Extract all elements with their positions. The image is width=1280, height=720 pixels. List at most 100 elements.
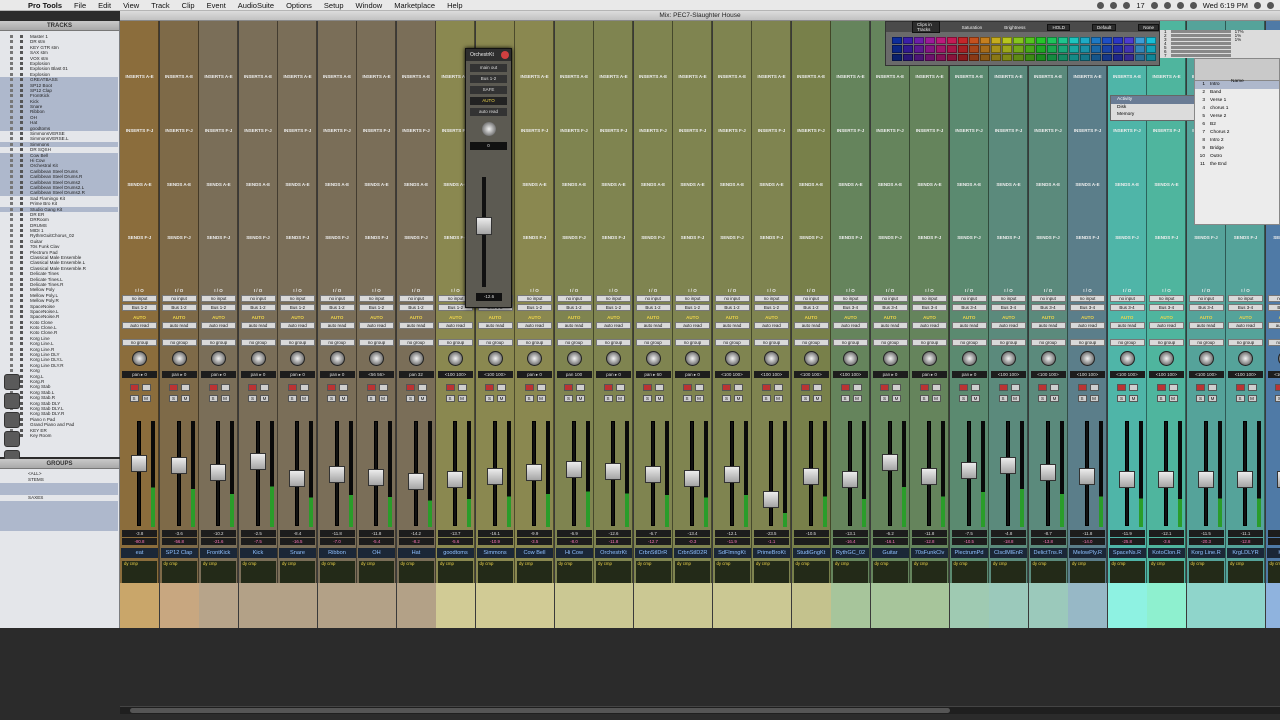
solo-button[interactable]: S [998, 395, 1008, 402]
color-swatch[interactable] [1013, 45, 1024, 53]
auto-mode-selector[interactable]: auto read [1267, 322, 1280, 329]
auto-mode-selector[interactable]: auto read [1030, 322, 1066, 329]
pan-knob[interactable] [1159, 351, 1174, 366]
group-selector[interactable]: no group [1109, 339, 1145, 346]
color-swatch[interactable] [903, 45, 914, 53]
input-selector[interactable]: no input [1228, 295, 1263, 302]
track-name[interactable]: ClsclMlEnR [990, 548, 1027, 558]
input-selector[interactable]: no input [398, 295, 434, 302]
color-swatch[interactable] [1013, 37, 1024, 45]
auto-mode-selector[interactable]: auto read [201, 322, 236, 329]
group-selector[interactable]: no group [319, 339, 355, 346]
mute-button[interactable]: M [1089, 395, 1099, 402]
group-selector[interactable]: no group [596, 339, 631, 346]
color-swatch[interactable] [1024, 53, 1035, 61]
record-button[interactable] [682, 384, 692, 391]
output-selector[interactable]: Bus 3-4 [1070, 304, 1105, 311]
color-swatch[interactable] [1101, 37, 1112, 45]
volume-fader[interactable] [881, 454, 898, 472]
group-selector[interactable]: no group [833, 339, 868, 346]
pan-knob[interactable] [329, 351, 345, 366]
mute-button[interactable]: M [260, 395, 269, 402]
track-name[interactable]: SpaceNs.R [1108, 548, 1146, 558]
color-swatch[interactable] [1035, 37, 1046, 45]
record-button[interactable] [801, 384, 810, 391]
solo-button[interactable]: S [643, 395, 652, 402]
input-monitor-button[interactable] [655, 384, 664, 391]
track-name[interactable]: SdFlmngKt [713, 548, 751, 558]
input-monitor-button[interactable] [615, 384, 625, 391]
solo-button[interactable]: S [1156, 395, 1166, 402]
color-swatch[interactable] [1112, 53, 1123, 61]
mute-button[interactable]: M [299, 395, 309, 402]
group-selector[interactable]: no group [1267, 339, 1280, 346]
marker-row[interactable]: 7 Chorus 2 [1195, 129, 1279, 137]
group-selector[interactable]: no group [1228, 339, 1263, 346]
pan-knob[interactable] [1080, 351, 1095, 366]
color-swatch[interactable] [1035, 45, 1046, 53]
color-swatch[interactable] [1046, 45, 1057, 53]
track-name[interactable]: PrimeBroKt [753, 548, 790, 558]
color-swatch[interactable] [969, 53, 980, 61]
input-selector[interactable]: no input [596, 295, 631, 302]
auto-mode-selector[interactable]: auto read [872, 322, 908, 329]
volume-fader[interactable] [328, 466, 345, 483]
track-name[interactable]: StudiGngKt [792, 548, 830, 558]
record-button[interactable] [959, 384, 968, 391]
track-name[interactable]: Hat [397, 548, 435, 558]
input-selector[interactable]: no input [635, 295, 671, 302]
record-button[interactable] [169, 384, 178, 391]
marker-row[interactable]: 6 B2 [1195, 121, 1279, 129]
search-icon[interactable] [1254, 1, 1261, 9]
auto-mode[interactable]: auto read [470, 108, 507, 116]
volume-fader[interactable] [447, 471, 463, 489]
color-swatch[interactable] [925, 37, 936, 45]
group-selector[interactable]: no group [912, 339, 947, 346]
groups-header[interactable]: GROUPS [0, 459, 119, 469]
horizontal-scrollbar[interactable] [120, 706, 1280, 714]
sync-icon[interactable] [1123, 1, 1131, 9]
group-selector[interactable]: no group [754, 339, 789, 346]
record-button[interactable] [406, 384, 415, 391]
input-monitor-button[interactable] [339, 384, 348, 391]
color-swatch[interactable] [1057, 45, 1068, 53]
solo-button[interactable]: S [919, 395, 929, 402]
color-swatch[interactable] [958, 37, 969, 45]
input-selector[interactable]: no input [517, 295, 552, 302]
input-selector[interactable]: no input [556, 295, 592, 302]
auto-mode-selector[interactable]: auto read [912, 322, 947, 329]
color-swatch[interactable] [903, 53, 914, 61]
output-path[interactable]: main out [470, 64, 507, 72]
volume-fader[interactable] [368, 468, 384, 486]
color-swatch[interactable] [936, 45, 947, 53]
record-button[interactable] [248, 384, 257, 391]
pan-knob[interactable] [481, 122, 496, 136]
group-list-item[interactable] [0, 525, 118, 531]
mute-button[interactable]: M [694, 395, 704, 402]
pan-knob[interactable] [961, 351, 977, 366]
record-button[interactable] [366, 384, 376, 391]
group-selector[interactable]: no group [793, 339, 829, 346]
clock[interactable]: Wed 6:19 PM [1203, 1, 1248, 10]
marker-row[interactable]: 10 Outro [1195, 153, 1279, 161]
output-selector[interactable]: Bus 1-2 [201, 304, 236, 311]
input-monitor-button[interactable] [1010, 384, 1020, 391]
pan-knob[interactable] [566, 351, 582, 366]
color-swatch[interactable] [1145, 37, 1156, 45]
solo-button[interactable]: S [1275, 395, 1280, 402]
mute-button[interactable]: M [576, 395, 585, 402]
zoom-tool-icon[interactable] [4, 374, 20, 390]
record-button[interactable] [722, 384, 731, 391]
menu-item-file[interactable]: File [68, 1, 92, 10]
input-selector[interactable]: no input [1070, 295, 1105, 302]
color-swatch[interactable] [1068, 45, 1079, 53]
output-selector[interactable]: Bus 3-4 [1030, 304, 1066, 311]
mute-button[interactable]: M [141, 395, 151, 402]
record-button[interactable] [327, 384, 336, 391]
scroll-thumb[interactable] [130, 708, 950, 713]
marker-row[interactable]: 11 the End [1195, 161, 1279, 169]
mute-button[interactable]: M [418, 395, 427, 402]
group-selector[interactable]: no group [1030, 339, 1066, 346]
record-button[interactable] [880, 384, 889, 391]
auto-mode-selector[interactable]: auto read [793, 322, 829, 329]
